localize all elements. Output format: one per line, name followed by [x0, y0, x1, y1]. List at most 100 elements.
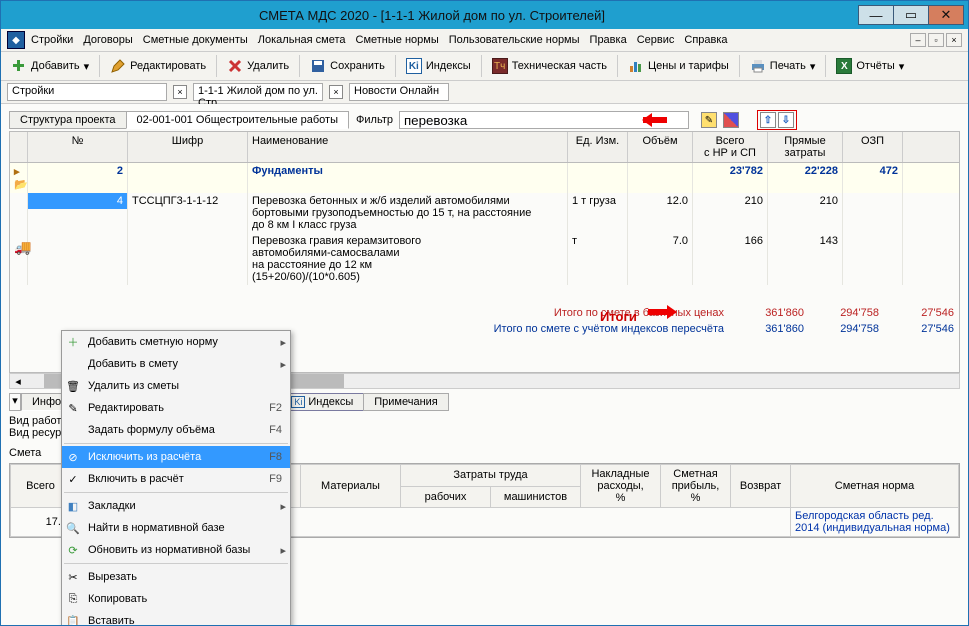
- table-row[interactable]: 4 ТССЦПГ3-1-1-12 Перевозка бетонных и ж/…: [10, 193, 959, 233]
- totals-base-ozp: 27'546: [884, 307, 959, 319]
- tab-indexes[interactable]: KiИндексы: [280, 393, 364, 411]
- bars-icon: [628, 58, 644, 74]
- col-direct[interactable]: Прямые затраты: [768, 132, 843, 162]
- tech-button[interactable]: Тч Техническая часть: [488, 56, 611, 76]
- row-vol: 12.0: [628, 193, 693, 233]
- edit-button[interactable]: Редактировать: [106, 56, 210, 76]
- ki-icon: Ki: [406, 58, 422, 74]
- filter-clear-icon[interactable]: ✎: [701, 112, 717, 128]
- menu-polzovatelskie-normy[interactable]: Пользовательские нормы: [449, 34, 580, 46]
- row-total: 210: [693, 193, 768, 233]
- mdi-close[interactable]: ×: [946, 33, 962, 47]
- save-label: Сохранить: [330, 60, 385, 72]
- col-zatr[interactable]: Затраты труда: [401, 465, 581, 487]
- ctx-copy[interactable]: ⎘Копировать: [62, 588, 290, 610]
- mdi-minimize[interactable]: –: [910, 33, 926, 47]
- menu-smetnye-dokumenty[interactable]: Сметные документы: [143, 34, 248, 46]
- ctx-bookmarks[interactable]: ◧Закладки▸: [62, 495, 290, 517]
- breadcrumb-object[interactable]: 1-1-1 Жилой дом по ул. Стр: [193, 83, 323, 101]
- col-total[interactable]: Всего с НР и СП: [693, 132, 768, 162]
- tab-doc[interactable]: 02-001-001 Общестроительные работы: [126, 111, 349, 129]
- col-vol[interactable]: Объём: [628, 132, 693, 162]
- row-direct: 143: [768, 233, 843, 285]
- tab-structure[interactable]: Структура проекта: [9, 111, 127, 129]
- col-ozp[interactable]: ОЗП: [843, 132, 903, 162]
- print-button[interactable]: Печать▾: [746, 56, 820, 76]
- menu-spravka[interactable]: Справка: [684, 34, 727, 46]
- totals-base-row: Итого по смете в базисных ценах Итоги 36…: [10, 305, 959, 321]
- totals-base-direct: 294'758: [809, 307, 884, 319]
- maximize-button[interactable]: ▭: [893, 5, 929, 25]
- breadcrumb-stroyki[interactable]: Стройки: [7, 83, 167, 101]
- ctx-edit[interactable]: ✎РедактироватьF2: [62, 397, 290, 419]
- panel-collapse-icon[interactable]: ▾: [9, 393, 21, 411]
- row-name: Перевозка бетонных и ж/б изделий автомоб…: [248, 193, 568, 233]
- col-prib[interactable]: Сметная прибыль, %: [661, 465, 731, 508]
- menu-servis[interactable]: Сервис: [637, 34, 675, 46]
- tab-label: Индексы: [308, 396, 353, 408]
- col-vozv[interactable]: Возврат: [731, 465, 791, 508]
- bc-close-icon[interactable]: ×: [329, 85, 343, 99]
- filter-color-icon[interactable]: [723, 112, 739, 128]
- itogi-annotation: Итоги: [600, 303, 684, 324]
- ctx-add-norm[interactable]: ＋Добавить сметную норму▸: [62, 331, 290, 353]
- ctx-formula[interactable]: Задать формулу объёмаF4: [62, 419, 290, 441]
- plus-icon: [11, 58, 27, 74]
- ctx-find[interactable]: 🔍Найти в нормативной базе: [62, 517, 290, 539]
- toolbar: Добавить▾ Редактировать Удалить Сохранит…: [1, 52, 968, 81]
- annotation-arrow: [635, 111, 675, 129]
- ctx-add-smeta[interactable]: Добавить в смету▸: [62, 353, 290, 375]
- group-row[interactable]: ▸📂 2 Фундаменты 23'782 22'228 472: [10, 163, 959, 193]
- scissors-icon: ✂: [64, 569, 82, 585]
- mdi-restore[interactable]: ▫: [928, 33, 944, 47]
- prices-button[interactable]: Цены и тарифы: [624, 56, 733, 76]
- app-icon: ◆: [7, 31, 25, 49]
- col-cipher[interactable]: Шифр: [128, 132, 248, 162]
- col-nak[interactable]: Накладные расходы, %: [581, 465, 661, 508]
- col-mat[interactable]: Материалы: [301, 465, 401, 508]
- menu-smetnye-normy[interactable]: Сметные нормы: [356, 34, 439, 46]
- menu-lokalnaya-smeta[interactable]: Локальная смета: [258, 34, 346, 46]
- plus-icon: ＋: [64, 334, 82, 350]
- menu-dogovory[interactable]: Договоры: [83, 34, 132, 46]
- nav-up-button[interactable]: ⇧: [760, 112, 776, 128]
- col-mash[interactable]: машинистов: [491, 486, 581, 508]
- indexes-label: Индексы: [426, 60, 471, 72]
- ctx-delete[interactable]: 🗑Удалить из сметы: [62, 375, 290, 397]
- folder-icon: ▸📂: [10, 163, 28, 193]
- col-num[interactable]: №: [28, 132, 128, 162]
- ctx-cut[interactable]: ✂Вырезать: [62, 566, 290, 588]
- row-total: 166: [693, 233, 768, 285]
- breadcrumb-news[interactable]: Новости Онлайн: [349, 83, 449, 101]
- tab-notes[interactable]: Примечания: [363, 393, 449, 411]
- row-cipher: ТССЦПГ3-1-1-12: [128, 193, 248, 233]
- delete-button[interactable]: Удалить: [223, 56, 293, 76]
- indexes-button[interactable]: Ki Индексы: [402, 56, 475, 76]
- reports-button[interactable]: X Отчёты▾: [832, 56, 908, 76]
- tab-label: Примечания: [374, 396, 438, 408]
- nav-down-button[interactable]: ⇩: [778, 112, 794, 128]
- ctx-exclude[interactable]: ⊘Исключить из расчётаF8: [62, 446, 290, 468]
- ctx-refresh[interactable]: ⟳Обновить из нормативной базы▸: [62, 539, 290, 561]
- ctx-paste[interactable]: 📋Вставить: [62, 610, 290, 625]
- close-button[interactable]: ✕: [928, 5, 964, 25]
- tab-structure-label: Структура проекта: [20, 114, 116, 126]
- col-rab[interactable]: рабочих: [401, 486, 491, 508]
- menu-stroyki[interactable]: Стройки: [31, 34, 73, 46]
- minimize-button[interactable]: —: [858, 5, 894, 25]
- printer-icon: [750, 58, 766, 74]
- col-norm[interactable]: Сметная норма: [791, 465, 959, 508]
- col-name[interactable]: Наименование: [248, 132, 568, 162]
- bc-close-icon[interactable]: ×: [173, 85, 187, 99]
- add-button[interactable]: Добавить▾: [7, 56, 93, 76]
- breadcrumb-bar: Стройки × 1-1-1 Жилой дом по ул. Стр × Н…: [1, 81, 968, 104]
- row-unit: 1 т груза: [568, 193, 628, 233]
- dropdown-icon: ▾: [810, 60, 816, 73]
- edit-label: Редактировать: [130, 60, 206, 72]
- col-unit[interactable]: Ед. Изм.: [568, 132, 628, 162]
- ctx-include[interactable]: ✓Включить в расчётF9: [62, 468, 290, 490]
- save-button[interactable]: Сохранить: [306, 56, 389, 76]
- table-row[interactable]: 🚚 Перевозка гравия керамзитового автомоб…: [10, 233, 959, 285]
- group-ozp: 472: [843, 163, 903, 193]
- menu-pravka[interactable]: Правка: [590, 34, 627, 46]
